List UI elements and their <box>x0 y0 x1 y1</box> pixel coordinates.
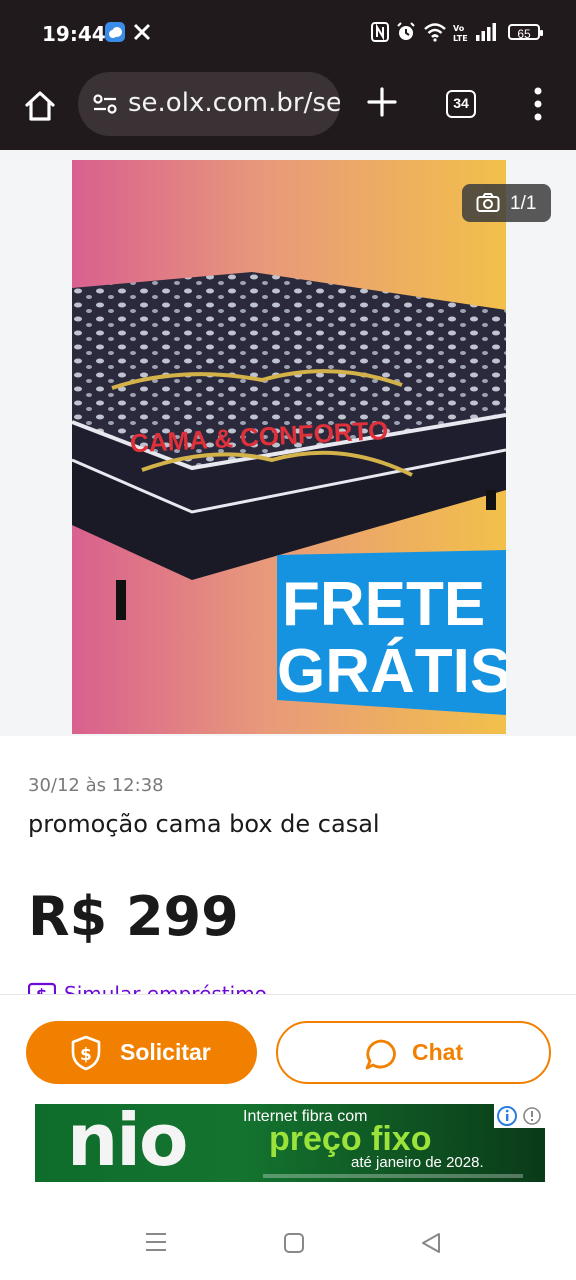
solicitar-button[interactable]: $ Solicitar <box>26 1021 257 1084</box>
photo-counter: 1/1 <box>462 184 551 222</box>
signal-icon <box>474 20 498 44</box>
weather-icon <box>104 20 126 44</box>
status-bar: 19:44 Vo LTE 65 <box>0 0 576 66</box>
ad-logo: nio <box>67 1104 188 1182</box>
nfc-icon <box>370 20 390 44</box>
recents-menu-icon[interactable] <box>145 1232 167 1252</box>
camera-icon <box>476 193 500 212</box>
battery-indicator: 65 <box>508 24 543 41</box>
alarm-icon <box>396 20 416 44</box>
status-time: 19:44 <box>42 22 106 46</box>
ad-choices[interactable] <box>494 1104 545 1128</box>
chat-bubble-icon <box>365 1039 396 1070</box>
shield-dollar-icon: $ <box>71 1035 101 1071</box>
home-square-icon[interactable] <box>283 1232 305 1254</box>
post-date: 30/12 às 12:38 <box>28 775 164 796</box>
back-triangle-icon[interactable] <box>420 1232 442 1254</box>
new-tab-button[interactable] <box>366 86 398 118</box>
url-text: se.olx.com.br/ser <box>128 88 340 118</box>
svg-text:GRÁTIS: GRÁTIS <box>277 637 506 706</box>
ad-banner[interactable]: nio Internet fibra com preço fixo até ja… <box>35 1104 545 1182</box>
site-settings-icon[interactable] <box>92 92 118 116</box>
product-photo[interactable]: CAMA & CONFORTO FRETE GRÁTIS <box>72 160 506 734</box>
svg-text:$: $ <box>80 1045 92 1065</box>
svg-text:Vo: Vo <box>453 24 465 33</box>
adchoices-icon <box>523 1107 541 1125</box>
chat-button[interactable]: Chat <box>276 1021 551 1084</box>
svg-text:$: $ <box>36 985 47 994</box>
plus-icon <box>367 87 397 117</box>
x-icon <box>132 20 152 44</box>
more-vertical-icon <box>534 87 542 121</box>
action-bar-divider <box>0 994 576 995</box>
ad-fine-print <box>263 1174 523 1178</box>
home-button[interactable] <box>20 86 60 126</box>
info-icon <box>497 1106 517 1126</box>
solicitar-label: Solicitar <box>120 1039 211 1065</box>
overflow-menu-button[interactable] <box>530 86 546 122</box>
ad-line3: até janeiro de 2028. <box>351 1154 484 1171</box>
loan-simulation-link-container: $ Simular empréstimo <box>28 978 428 994</box>
address-bar[interactable]: se.olx.com.br/ser <box>78 72 340 136</box>
home-icon <box>25 91 55 121</box>
photo-counter-text: 1/1 <box>510 193 537 214</box>
money-icon: $ <box>28 982 56 994</box>
svg-text:FRETE: FRETE <box>282 570 485 639</box>
browser-toolbar: se.olx.com.br/ser 34 <box>0 66 576 150</box>
listing-price: R$ 299 <box>28 885 239 948</box>
listing-title: promoção cama box de casal <box>28 810 380 838</box>
volte-icon: Vo LTE <box>452 20 470 44</box>
system-navigation-bar <box>0 1200 576 1280</box>
loan-link-label: Simular empréstimo <box>64 982 267 994</box>
tab-switcher-button[interactable]: 34 <box>446 90 476 118</box>
chat-label: Chat <box>412 1039 464 1065</box>
loan-simulation-link[interactable]: $ Simular empréstimo <box>28 982 267 994</box>
svg-text:LTE: LTE <box>453 34 468 42</box>
wifi-icon <box>422 20 448 44</box>
